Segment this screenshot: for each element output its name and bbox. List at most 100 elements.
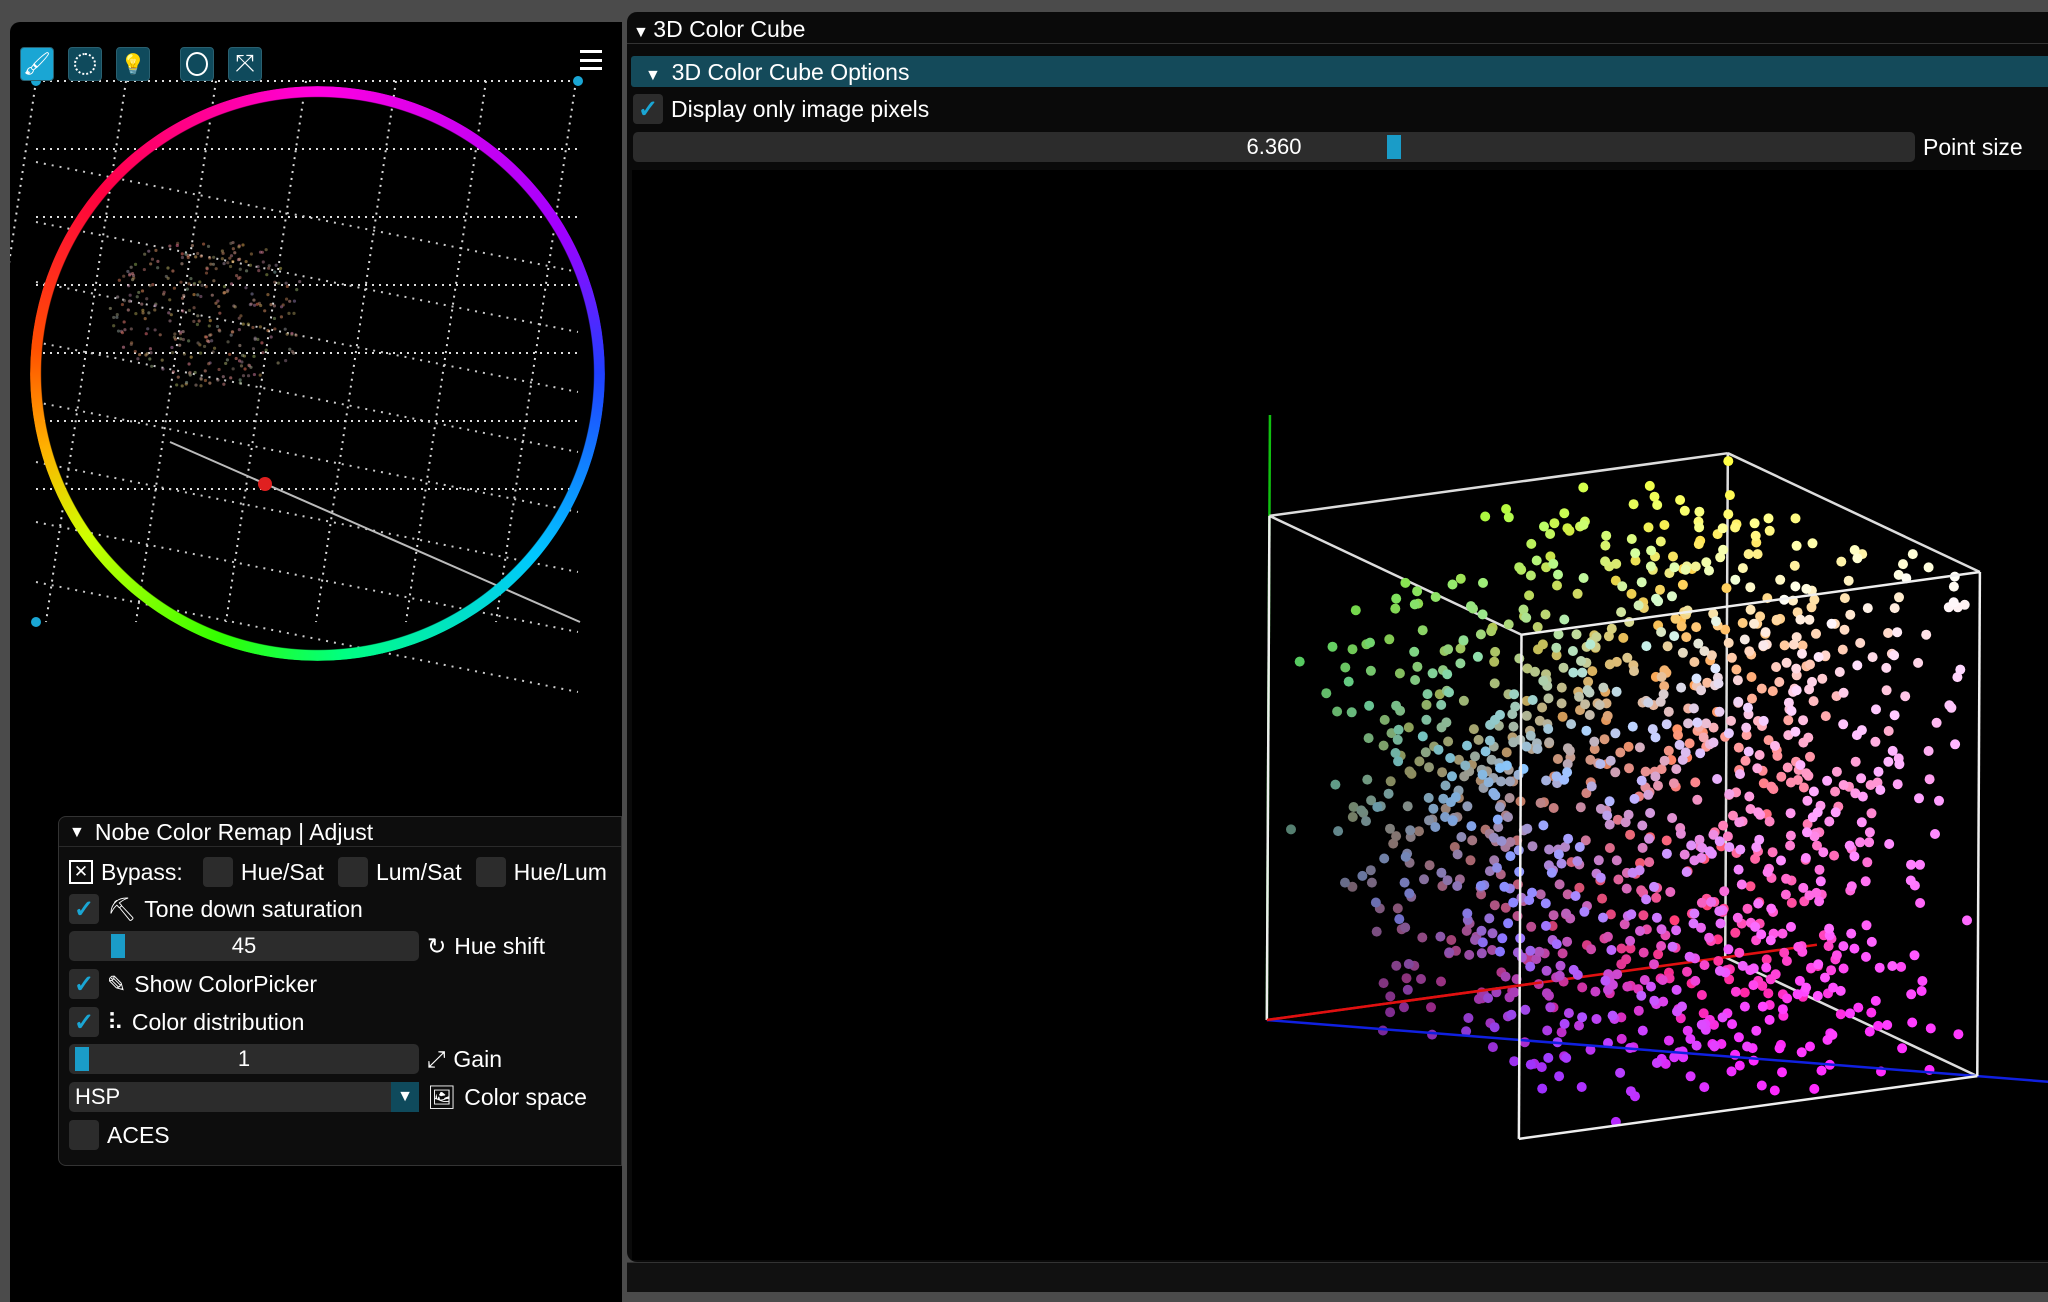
color-point <box>1473 734 1484 745</box>
color-point <box>1644 857 1655 868</box>
cube-options-title: 3D Color Cube Options <box>671 59 910 85</box>
bypass-lum-sat-checkbox[interactable] <box>337 857 368 887</box>
dropdown-arrow-icon[interactable]: ▼ <box>391 1082 419 1112</box>
color-point <box>1733 742 1744 753</box>
tone-down-checkbox[interactable]: ✓ <box>69 894 99 924</box>
color-point <box>1574 691 1584 702</box>
color-point <box>1633 1005 1644 1016</box>
color-point <box>1691 673 1702 684</box>
color-point <box>1762 867 1773 878</box>
show-colorpicker-checkbox[interactable]: ✓ <box>69 969 99 999</box>
color-point <box>1646 981 1656 992</box>
color-point <box>1798 882 1809 893</box>
color-point <box>1708 737 1719 748</box>
color-point <box>1807 676 1817 687</box>
color-point <box>1746 672 1757 682</box>
color-point <box>1944 700 1955 711</box>
color-point <box>1804 614 1815 625</box>
color-point <box>1791 632 1802 643</box>
color-point <box>1557 711 1568 722</box>
color-point <box>1774 677 1785 687</box>
color-point <box>1955 664 1966 675</box>
gain-value: 1 <box>237 1046 251 1071</box>
point-size-slider[interactable]: 6.360 <box>633 132 1915 162</box>
color-point <box>1894 592 1904 603</box>
color-space-value: HSP <box>75 1084 121 1109</box>
color-point <box>1535 889 1546 900</box>
color-point <box>1696 685 1707 696</box>
color-point <box>1921 629 1932 640</box>
color-point <box>1887 961 1898 971</box>
color-point <box>1512 947 1523 958</box>
color-point <box>1548 803 1559 813</box>
color-point <box>1681 632 1692 643</box>
color-point <box>1567 646 1578 656</box>
color-point <box>1347 644 1358 655</box>
hue-shift-slider[interactable]: 45 <box>69 931 419 961</box>
color-point <box>1379 853 1390 864</box>
color-point <box>1907 1017 1918 1028</box>
aces-checkbox[interactable] <box>69 1120 99 1150</box>
color-point <box>1845 609 1856 620</box>
color-point <box>1365 665 1376 676</box>
color-point <box>1861 951 1871 962</box>
color-point <box>1790 726 1801 737</box>
color-point <box>1767 847 1778 858</box>
color-point <box>1822 775 1833 786</box>
color-point <box>1630 548 1641 559</box>
expand-tool-button[interactable]: ⤧ <box>228 47 262 81</box>
adjust-panel-header[interactable]: ▼ Nobe Color Remap | Adjust <box>59 817 621 847</box>
color-point <box>1347 812 1358 822</box>
color-point <box>1537 1083 1548 1094</box>
color-point <box>1684 951 1695 962</box>
color-distribution-checkbox[interactable]: ✓ <box>69 1007 99 1037</box>
color-point <box>1501 747 1512 758</box>
cube-viewport[interactable] <box>632 170 2048 1260</box>
display-only-image-pixels-checkbox[interactable]: ✓ <box>633 94 663 124</box>
color-point <box>1923 562 1934 573</box>
color-point <box>1835 985 1846 996</box>
color-point <box>1582 685 1593 696</box>
hamburger-icon[interactable] <box>580 50 602 70</box>
color-point <box>1480 511 1491 522</box>
color-point <box>1733 1032 1744 1043</box>
color-point <box>1889 603 1900 614</box>
color-point <box>1730 986 1741 997</box>
color-point <box>1805 751 1815 762</box>
color-point <box>1791 540 1802 551</box>
color-point <box>1731 664 1742 675</box>
color-point <box>1541 988 1552 999</box>
color-point <box>1644 480 1655 491</box>
cube-window-header[interactable]: ▼ 3D Color Cube <box>627 12 2048 44</box>
color-point <box>1836 556 1847 567</box>
bypass-hue-sat-checkbox[interactable] <box>202 857 233 887</box>
color-point <box>1781 873 1792 884</box>
color-point <box>1458 635 1469 646</box>
color-point <box>1525 570 1536 581</box>
bypass-hue-lum-checkbox[interactable] <box>475 857 506 887</box>
gain-slider[interactable]: 1 <box>69 1044 419 1074</box>
color-point <box>1849 943 1860 954</box>
color-point <box>1743 746 1754 757</box>
blob-tool-button[interactable] <box>68 47 102 81</box>
color-point <box>1610 728 1621 739</box>
color-point <box>1475 629 1486 640</box>
color-point <box>1594 700 1605 710</box>
cube-options-header[interactable]: ▼ 3D Color Cube Options <box>631 56 2048 87</box>
color-point <box>1455 658 1466 669</box>
color-point <box>1621 954 1632 965</box>
color-point <box>1402 984 1413 995</box>
hue-wheel-ring[interactable] <box>30 86 605 661</box>
color-space-select[interactable]: HSP ▼ <box>69 1082 419 1112</box>
color-cube-3d[interactable] <box>632 170 2048 1260</box>
color-point <box>1423 792 1434 803</box>
color-point <box>1641 894 1652 905</box>
expand-icon: ⤧ <box>235 50 255 77</box>
circle-tool-button[interactable] <box>180 47 214 81</box>
light-tool-button[interactable]: 💡 <box>116 47 150 81</box>
color-point <box>1578 519 1589 530</box>
color-point <box>1864 827 1875 838</box>
brush-tool-button[interactable]: 🖌 <box>20 47 54 81</box>
color-point <box>1521 741 1532 752</box>
color-point <box>1916 986 1927 996</box>
